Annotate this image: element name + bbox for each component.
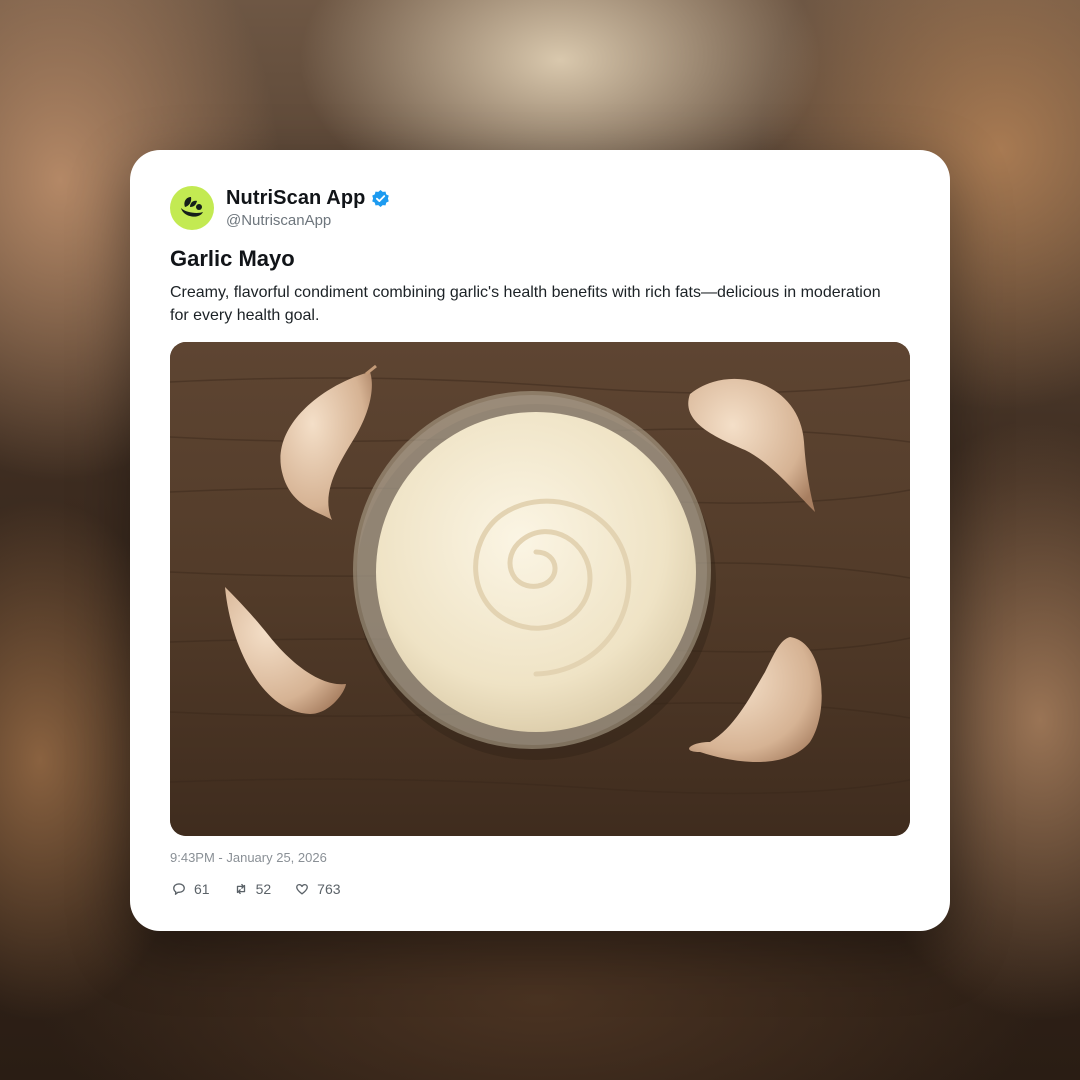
reply-button[interactable]: 61 bbox=[172, 881, 210, 897]
repost-button[interactable]: 52 bbox=[234, 881, 272, 897]
like-count: 763 bbox=[317, 881, 341, 897]
nutriscan-logo-icon bbox=[181, 197, 203, 217]
post-header: NutriScan App @NutriscanApp bbox=[170, 185, 390, 231]
avatar[interactable] bbox=[170, 186, 214, 230]
post-title: Garlic Mayo bbox=[170, 246, 295, 271]
post-card: NutriScan App @NutriscanApp Garlic Mayo … bbox=[130, 150, 950, 931]
garlic-mayo-photo bbox=[170, 342, 910, 836]
repost-count: 52 bbox=[255, 881, 272, 897]
reply-count: 61 bbox=[194, 881, 210, 897]
post-timestamp[interactable]: 9:43PM - January 25, 2026 bbox=[170, 850, 327, 865]
like-button[interactable]: 763 bbox=[295, 881, 341, 897]
reply-icon bbox=[173, 883, 185, 895]
author-display-name[interactable]: NutriScan App bbox=[226, 187, 365, 210]
post-image[interactable] bbox=[170, 342, 910, 836]
repost-icon bbox=[236, 883, 245, 895]
post-description: Creamy, flavorful condiment combining ga… bbox=[170, 284, 881, 324]
heart-icon bbox=[296, 883, 309, 895]
author-handle[interactable]: @NutriscanApp bbox=[226, 212, 390, 229]
post-actions: 61 52 763 bbox=[172, 881, 365, 897]
author-info: NutriScan App @NutriscanApp bbox=[226, 187, 390, 229]
name-row: NutriScan App bbox=[226, 187, 390, 210]
verified-badge-icon bbox=[372, 189, 390, 208]
